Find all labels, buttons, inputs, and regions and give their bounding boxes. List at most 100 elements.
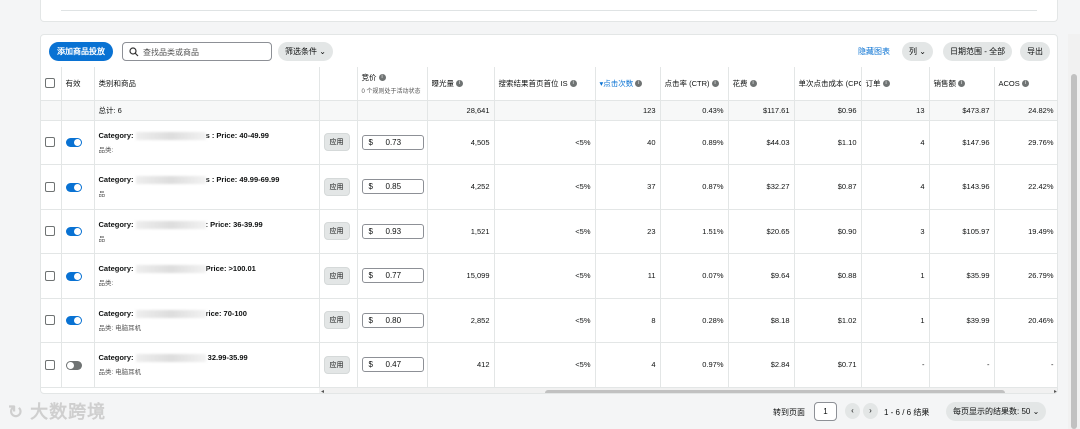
- cpc-cell: $0.87: [794, 164, 862, 210]
- spend-cell: $2.84: [728, 342, 795, 388]
- enabled-toggle[interactable]: [65, 227, 82, 236]
- row-select-cell[interactable]: [41, 120, 62, 165]
- enabled-cell[interactable]: [61, 342, 95, 388]
- row-select-cell[interactable]: [41, 209, 62, 254]
- info-icon: i: [711, 80, 719, 88]
- enabled-cell[interactable]: [61, 253, 95, 299]
- row-select-cell[interactable]: [41, 164, 62, 210]
- bid-input[interactable]: $0.47: [361, 357, 424, 373]
- total-spend: $117.61: [728, 100, 795, 121]
- col-top-search-is[interactable]: 搜索结果首页首位 IS i: [494, 67, 596, 101]
- enabled-toggle[interactable]: [65, 138, 82, 147]
- col-spend[interactable]: 花费 i: [728, 67, 795, 101]
- spend-header-label: 花费: [732, 78, 748, 88]
- col-impressions[interactable]: 曝光量 i: [427, 67, 495, 101]
- per-page-select[interactable]: 每页显示的结果数: 50 ⌄: [946, 402, 1047, 421]
- col-category[interactable]: 类别和商品: [94, 67, 320, 101]
- orders-cell: 4: [861, 120, 930, 165]
- redacted-mask: [135, 220, 206, 229]
- chevron-down-icon: ⌄: [919, 47, 926, 56]
- row-checkbox[interactable]: [45, 315, 55, 326]
- toolbar: 添加商品投放 查找品类或商品 筛选条件 ⌄ 隐藏图表 列 ⌄ 日期范围 - 全部…: [41, 35, 1057, 67]
- bid-input[interactable]: $0.85: [361, 179, 424, 195]
- apply-cell: 应用: [319, 253, 358, 299]
- row-select-cell[interactable]: [41, 342, 62, 388]
- next-page-button[interactable]: ›: [863, 403, 878, 419]
- add-product-targeting-button[interactable]: 添加商品投放: [49, 42, 113, 61]
- bid-input[interactable]: $0.73: [361, 134, 424, 150]
- apply-button[interactable]: 应用: [323, 177, 350, 196]
- scroll-right-icon[interactable]: ▸: [1054, 388, 1057, 393]
- enabled-cell[interactable]: [61, 164, 95, 210]
- total-orders: 13: [861, 100, 930, 121]
- select-all-checkbox[interactable]: [45, 78, 55, 89]
- impressions-cell: 2,852: [427, 298, 495, 343]
- search-input[interactable]: 查找品类或商品: [122, 42, 272, 61]
- col-orders[interactable]: 订单 i: [861, 67, 930, 101]
- sales-cell: $39.99: [929, 298, 995, 343]
- targeting-table: 有效 类别和商品 竞价 i 0 个规则处于活动状态 曝光量 i 搜索结果首页首位 IS…: [41, 67, 1057, 388]
- total-impressions: 28,641: [427, 100, 495, 121]
- col-sales[interactable]: 销售额 i: [929, 67, 995, 101]
- enabled-cell[interactable]: [61, 209, 95, 254]
- prev-page-button[interactable]: ‹: [845, 403, 860, 419]
- row-select-cell[interactable]: [41, 298, 62, 343]
- scrollbar-thumb[interactable]: [545, 390, 1005, 393]
- page-scrollbar[interactable]: [1068, 34, 1080, 429]
- redacted-mask: [135, 309, 206, 318]
- date-range-button[interactable]: 日期范围 - 全部: [943, 42, 1013, 61]
- total-cpc: $0.96: [794, 100, 862, 121]
- row-checkbox[interactable]: [45, 137, 55, 148]
- sales-cell: -: [929, 342, 995, 388]
- filter-button[interactable]: 筛选条件 ⌄: [278, 42, 333, 61]
- apply-button[interactable]: 应用: [323, 222, 350, 241]
- export-button[interactable]: 导出: [1020, 42, 1050, 61]
- redacted-mask: [135, 354, 206, 363]
- apply-button[interactable]: 应用: [323, 133, 350, 152]
- row-checkbox[interactable]: [45, 226, 55, 237]
- category-price: s : Price: 49.99-69.99: [205, 175, 280, 185]
- impressions-cell: 4,505: [427, 120, 495, 165]
- total-row: 总计: 6 28,641 123 0.43% $117.61 $0.96 13 …: [41, 100, 1057, 121]
- horizontal-scrollbar[interactable]: ◂ ▸: [319, 388, 1057, 393]
- enabled-cell[interactable]: [61, 120, 95, 165]
- bid-input[interactable]: $0.77: [361, 268, 424, 284]
- row-checkbox[interactable]: [45, 359, 55, 370]
- ctr-header-label: 点击率 (CTR): [664, 78, 710, 88]
- row-select-cell[interactable]: [41, 253, 62, 299]
- enabled-toggle[interactable]: [65, 182, 82, 192]
- apply-button[interactable]: 应用: [323, 266, 350, 285]
- ctr-cell: 0.07%: [660, 253, 729, 299]
- enabled-toggle[interactable]: [65, 271, 82, 281]
- clicks-header-label: 点击次数: [603, 78, 634, 88]
- columns-button[interactable]: 列 ⌄: [902, 42, 933, 61]
- orders-cell: 4: [861, 164, 930, 210]
- col-bid[interactable]: 竞价 i 0 个规则处于活动状态: [357, 67, 428, 101]
- bid-input[interactable]: $0.93: [361, 223, 424, 239]
- row-checkbox[interactable]: [45, 181, 55, 192]
- clicks-cell: 37: [595, 164, 661, 210]
- top-search-is-cell: <5%: [494, 298, 596, 343]
- enabled-cell[interactable]: [61, 298, 95, 343]
- select-all-cell[interactable]: [41, 67, 62, 101]
- enabled-toggle[interactable]: [65, 316, 82, 325]
- bid-value: 0.47: [385, 360, 402, 370]
- col-cpc[interactable]: 单次点击成本 (CPC): [794, 67, 862, 101]
- apply-button[interactable]: 应用: [323, 311, 350, 330]
- col-acos[interactable]: ACOS i: [994, 67, 1057, 101]
- scroll-left-icon[interactable]: ◂: [321, 388, 324, 393]
- row-checkbox[interactable]: [45, 270, 55, 281]
- page-number-input[interactable]: 1: [814, 402, 837, 421]
- bid-rules-note: 0 个规则处于活动状态: [361, 88, 421, 95]
- redacted-mask: [135, 176, 206, 185]
- col-ctr[interactable]: 点击率 (CTR) i: [660, 67, 729, 101]
- scrollbar-thumb[interactable]: [1071, 74, 1077, 429]
- clicks-cell: 40: [595, 120, 661, 165]
- apply-button[interactable]: 应用: [323, 355, 350, 374]
- col-clicks[interactable]: ▾点击次数 i: [595, 67, 661, 101]
- hide-chart-link[interactable]: 隐藏图表: [858, 46, 890, 57]
- bid-input[interactable]: $0.80: [361, 312, 424, 328]
- enabled-toggle[interactable]: [65, 360, 82, 370]
- bid-cell: $0.47: [357, 342, 428, 388]
- clicks-cell: 4: [595, 342, 661, 388]
